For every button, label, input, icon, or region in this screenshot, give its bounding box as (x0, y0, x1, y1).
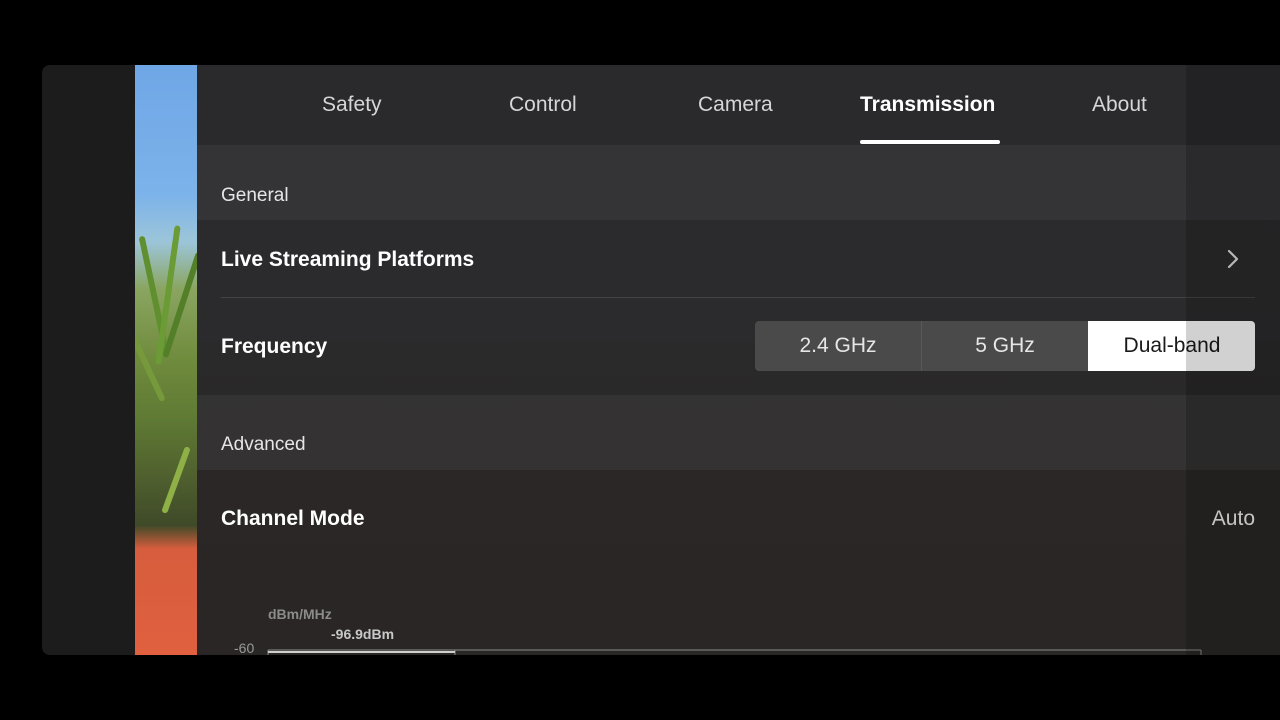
channel-mode-label: Channel Mode (221, 507, 365, 530)
tab-about[interactable]: About (1092, 93, 1147, 117)
row-divider (221, 297, 1255, 298)
tab-transmission[interactable]: Transmission (860, 93, 995, 117)
frequency-selector: 2.4 GHz 5 GHz Dual-band (755, 321, 1255, 371)
tab-bar: Safety Control Camera Transmission About (197, 65, 1186, 145)
spectrum-chart-frame (267, 649, 1202, 655)
live-streaming-platforms-label[interactable]: Live Streaming Platforms (221, 248, 474, 272)
camera-preview (135, 65, 197, 655)
app-window: Safety Control Camera Transmission About… (42, 65, 1280, 655)
left-rail (42, 65, 135, 655)
tab-control[interactable]: Control (509, 93, 577, 117)
settings-panel: Safety Control Camera Transmission About… (197, 65, 1280, 655)
frequency-option-dual-band[interactable]: Dual-band (1088, 321, 1255, 371)
section-header-advanced: Advanced (197, 395, 1280, 470)
active-tab-indicator (860, 140, 1000, 144)
section-title-general: General (221, 185, 289, 206)
spectrum-unit-label: dBm/MHz (268, 606, 332, 622)
channel-mode-value[interactable]: Auto (1212, 507, 1255, 531)
section-header-general: General (197, 145, 1280, 220)
frequency-option-2-4ghz[interactable]: 2.4 GHz (755, 321, 921, 371)
chevron-right-icon[interactable] (1226, 248, 1240, 270)
tab-camera[interactable]: Camera (698, 93, 773, 117)
frequency-option-5ghz[interactable]: 5 GHz (921, 321, 1088, 371)
frequency-label: Frequency (221, 335, 328, 358)
section-title-advanced: Advanced (221, 434, 306, 455)
tab-safety[interactable]: Safety (322, 93, 382, 117)
